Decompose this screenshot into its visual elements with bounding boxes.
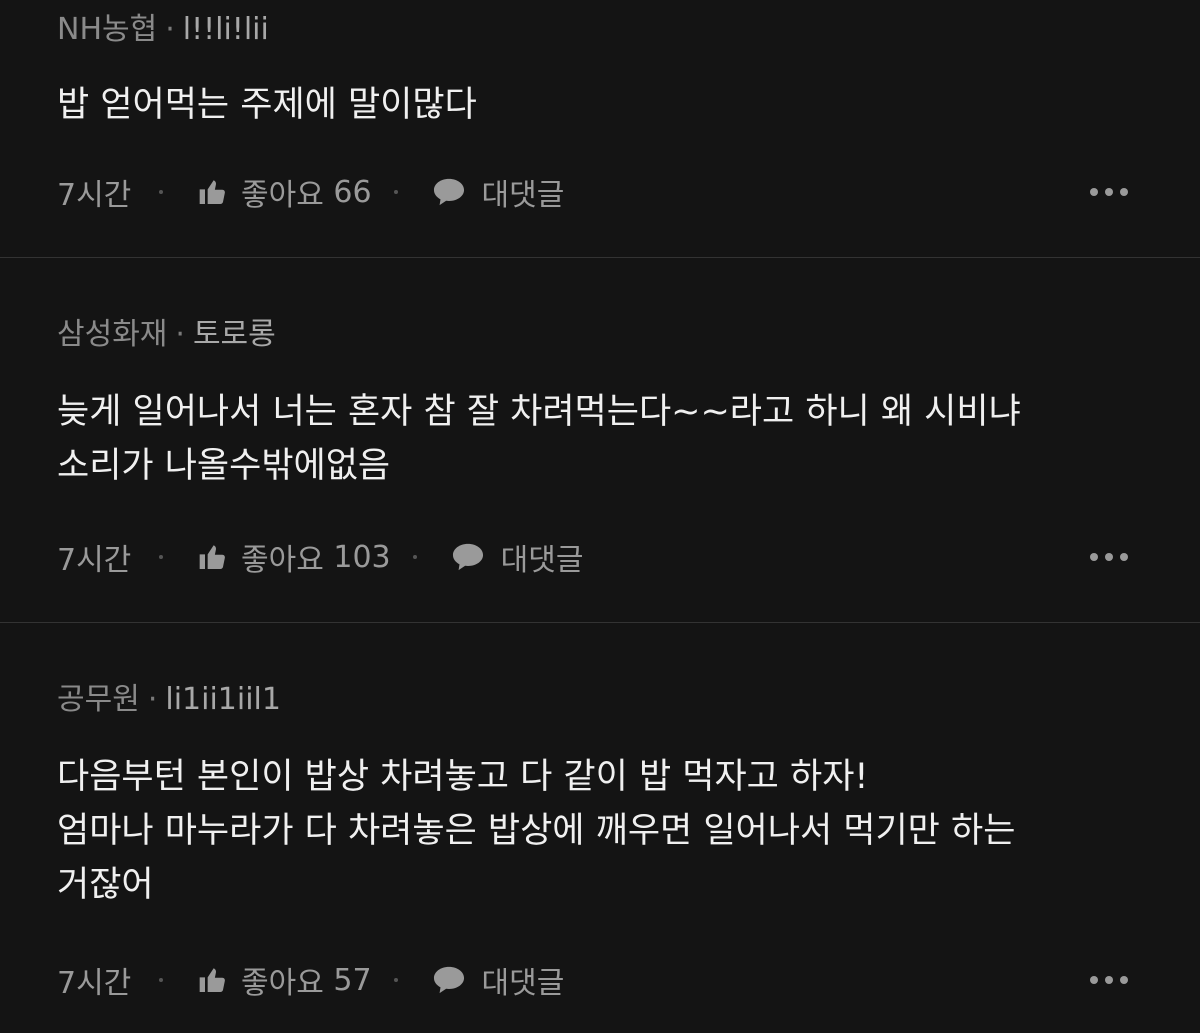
author-company: 공무원 [57, 682, 140, 717]
comment-author-line: 삼성화재 · 토로롱 [57, 317, 276, 353]
more-options-button[interactable] [1090, 182, 1128, 202]
comment-actions: 7시간 좋아요 66 대댓글 [57, 170, 1128, 214]
meta-separator: · [147, 682, 158, 717]
more-dots-icon [1090, 553, 1098, 561]
comment-text: 다음부턴 본인이 밥상 차려놓고 다 같이 밥 먹자고 하자! 엄마나 마누라가… [57, 757, 1016, 905]
more-dots-icon [1090, 976, 1098, 984]
speech-bubble-icon [433, 178, 464, 206]
like-count: 57 [333, 962, 372, 998]
thumbs-up-icon [199, 180, 225, 204]
action-separator [159, 190, 163, 194]
reply-button[interactable]: 대댓글 [451, 535, 584, 579]
comment-divider [0, 622, 1200, 623]
more-dots-icon [1090, 188, 1098, 196]
comment-actions: 7시간 좋아요 57 대댓글 [57, 958, 1128, 1002]
comment-time: 7시간 [57, 543, 132, 578]
comment-item: 공무원 · li1ii1iil1 다음부턴 본인이 밥상 차려놓고 다 같이 밥 먹… [0, 624, 1200, 1033]
reply-button[interactable]: 대댓글 [432, 958, 565, 1002]
speech-bubble-icon [452, 543, 483, 571]
reply-label: 대댓글 [481, 178, 565, 213]
comment-text: 밥 얻어먹는 주제에 말이많다 [57, 85, 477, 125]
comment-item: NH농협 · l!!li!lii 밥 얻어먹는 주제에 말이많다 7시간 좋아요 6… [0, 0, 1200, 258]
reply-label: 대댓글 [481, 966, 565, 1001]
like-count: 66 [333, 174, 372, 210]
meta-separator: · [165, 12, 175, 47]
like-count: 103 [333, 539, 391, 575]
reply-label: 대댓글 [500, 543, 584, 578]
action-separator [159, 978, 163, 982]
author-company: 삼성화재 [57, 317, 168, 352]
action-separator [159, 555, 163, 559]
like-label: 좋아요 [241, 543, 324, 578]
more-options-button[interactable] [1090, 547, 1128, 567]
like-button[interactable]: 좋아요 66 [197, 170, 372, 214]
action-separator [412, 555, 417, 559]
comment-actions: 7시간 좋아요 103 대댓글 [57, 535, 1128, 579]
like-label: 좋아요 [241, 178, 324, 213]
action-separator [393, 190, 398, 194]
like-button[interactable]: 좋아요 103 [197, 535, 391, 579]
comment-author-line: NH농협 · l!!li!lii [57, 12, 269, 48]
comment-time: 7시간 [57, 178, 132, 213]
like-button[interactable]: 좋아요 57 [197, 958, 372, 1002]
comment-time: 7시간 [57, 966, 132, 1001]
comment-author-line: 공무원 · li1ii1iil1 [57, 682, 281, 718]
comment-item: 삼성화재 · 토로롱 늦게 일어나서 너는 혼자 참 잘 차려먹는다~~라고 하니 … [0, 259, 1200, 623]
author-company: NH농협 [57, 12, 158, 47]
more-options-button[interactable] [1090, 970, 1128, 990]
author-nickname[interactable]: li1ii1iil1 [165, 682, 281, 717]
comment-text: 늦게 일어나서 너는 혼자 참 잘 차려먹는다~~라고 하니 왜 시비냐 소리가… [57, 392, 1021, 486]
meta-separator: · [175, 317, 185, 352]
reply-button[interactable]: 대댓글 [432, 170, 565, 214]
author-nickname[interactable]: 토로롱 [193, 317, 276, 352]
speech-bubble-icon [433, 966, 464, 994]
thumbs-up-icon [199, 968, 225, 992]
like-label: 좋아요 [241, 966, 324, 1001]
author-nickname[interactable]: l!!li!lii [183, 12, 269, 47]
thumbs-up-icon [199, 545, 225, 569]
comment-divider [0, 257, 1200, 258]
action-separator [393, 978, 398, 982]
